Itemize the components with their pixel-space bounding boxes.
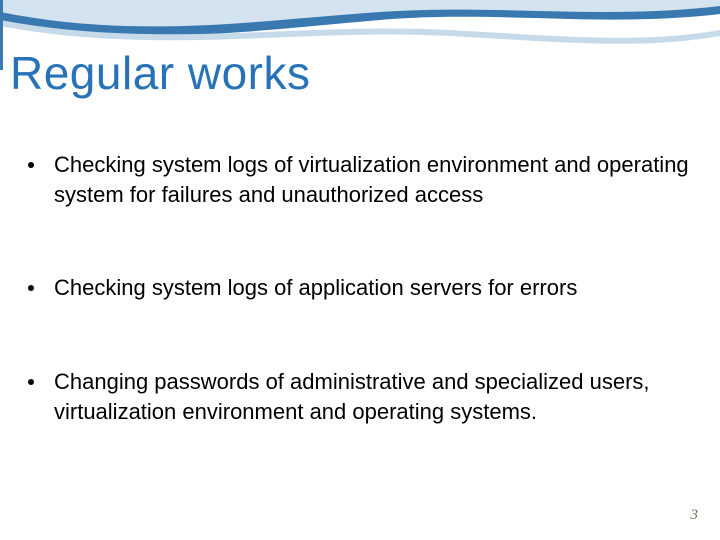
- bullet-item: Changing passwords of administrative and…: [28, 367, 700, 426]
- slide-title: Regular works: [10, 46, 311, 100]
- bullet-text: Checking system logs of application serv…: [54, 273, 700, 303]
- bullet-item: Checking system logs of application serv…: [28, 273, 700, 303]
- slide: Regular works Checking system logs of vi…: [0, 0, 720, 540]
- bullet-text: Changing passwords of administrative and…: [54, 367, 700, 426]
- bullet-item: Checking system logs of virtualization e…: [28, 150, 700, 209]
- bullet-dot-icon: [28, 162, 34, 168]
- bullet-dot-icon: [28, 379, 34, 385]
- page-number: 3: [691, 507, 699, 524]
- bullet-text: Checking system logs of virtualization e…: [54, 150, 700, 209]
- slide-content: Checking system logs of virtualization e…: [28, 150, 700, 426]
- bullet-dot-icon: [28, 285, 34, 291]
